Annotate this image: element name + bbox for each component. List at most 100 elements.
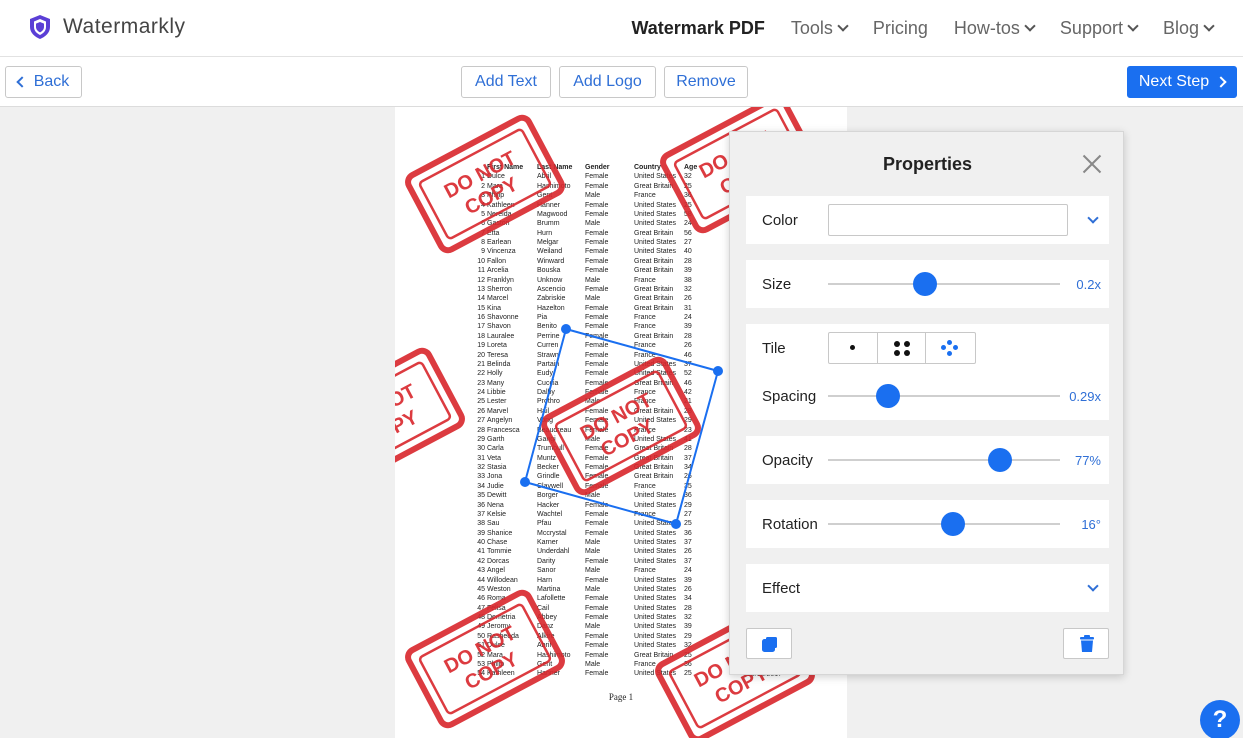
- table-cell: Female: [585, 314, 609, 321]
- size-slider-thumb[interactable]: [913, 272, 938, 296]
- table-cell: Female: [585, 604, 609, 612]
- table-header-last-name: Last Name: [537, 164, 573, 171]
- table-cell: United States: [634, 576, 677, 584]
- table-cell: Weiland: [537, 248, 563, 256]
- nav-blog[interactable]: Blog: [1163, 18, 1215, 39]
- table-cell: 45: [477, 585, 485, 593]
- tile-grid-option[interactable]: [878, 333, 927, 363]
- table-row: 33 Jona Grindle Female Great Britain 26: [475, 472, 704, 481]
- table-cell: Female: [585, 464, 609, 471]
- nav-watermark-pdf[interactable]: Watermark PDF: [631, 18, 764, 39]
- next-step-button[interactable]: Next Step: [1127, 66, 1237, 98]
- table-cell: United States: [634, 585, 677, 593]
- table-cell: 54: [477, 670, 485, 678]
- close-icon[interactable]: [1082, 154, 1102, 174]
- table-cell: Female: [585, 445, 609, 453]
- table-cell: Weston: [487, 585, 511, 593]
- table-cell: 39: [684, 623, 692, 631]
- table-cell: United States: [634, 614, 677, 621]
- table-cell: Mccrystal: [537, 529, 567, 537]
- table-cell: France: [634, 323, 656, 331]
- opacity-label: Opacity: [762, 452, 813, 469]
- table-cell: 16: [477, 314, 485, 321]
- duplicate-button[interactable]: [746, 628, 792, 659]
- table-cell: 26: [684, 295, 692, 303]
- table-cell: Female: [585, 239, 609, 246]
- remove-button[interactable]: Remove: [664, 66, 748, 98]
- table-cell: 38: [477, 520, 485, 528]
- table-cell: Perrine: [537, 332, 560, 340]
- chevron-down-icon: [1203, 20, 1215, 32]
- table-cell: 36: [684, 529, 692, 537]
- size-slider-track[interactable]: [828, 283, 1060, 285]
- table-cell: 7: [481, 229, 485, 237]
- spacing-slider-track[interactable]: [828, 395, 1060, 397]
- help-button[interactable]: ?: [1200, 700, 1240, 738]
- table-cell: 40: [477, 539, 485, 546]
- table-row: 48 Demetria Abbey Female United States 32: [475, 613, 704, 622]
- table-cell: 28: [684, 407, 692, 415]
- size-row: Size 0.2x: [746, 260, 1109, 308]
- brand[interactable]: Watermarkly: [29, 14, 186, 40]
- table-cell: Lafollette: [537, 595, 566, 603]
- table-cell: Prothro: [537, 398, 560, 406]
- table-cell: Bouska: [537, 267, 561, 275]
- color-field[interactable]: [828, 204, 1068, 236]
- table-row: 18 Lauralee Perrine Female Great Britain 28: [475, 332, 704, 341]
- delete-button[interactable]: [1063, 628, 1109, 659]
- table-cell: 32: [684, 614, 692, 621]
- add-text-button[interactable]: Add Text: [461, 66, 551, 98]
- opacity-slider-track[interactable]: [828, 459, 1060, 461]
- nav-support[interactable]: Support: [1060, 18, 1139, 39]
- add-logo-button[interactable]: Add Logo: [559, 66, 656, 98]
- table-cell: Male: [585, 623, 601, 631]
- table-cell: 33: [477, 473, 485, 481]
- table-cell: United States: [634, 248, 677, 256]
- table-cell: 26: [684, 548, 692, 556]
- opacity-row: Opacity 77%: [746, 436, 1109, 484]
- table-cell: Vong: [537, 417, 553, 425]
- table-cell: Female: [585, 379, 609, 387]
- table-row: 47 Felisa Cail Female United States 28: [475, 604, 704, 613]
- table-cell: 35: [477, 492, 485, 500]
- table-cell: France: [634, 351, 656, 359]
- table-cell: Lauralee: [487, 332, 515, 340]
- table-cell: United States: [634, 220, 677, 228]
- table-row: 52 Mara Hashimoto Female Great Britain 25: [475, 651, 704, 660]
- table-row: 21 Belinda Partain Female United States 37: [475, 360, 704, 369]
- table-cell: Great Britain: [634, 445, 674, 453]
- table-cell: 23: [477, 379, 485, 387]
- tile-diamond-option[interactable]: [926, 333, 975, 363]
- table-cell: Franklyn: [487, 276, 514, 284]
- table-cell: Rasheeda: [487, 632, 519, 640]
- resize-handle[interactable]: [713, 366, 723, 376]
- nav-pricing[interactable]: Pricing: [873, 18, 928, 39]
- table-cell: Nena: [487, 501, 504, 509]
- back-button-label: Back: [33, 73, 70, 90]
- rotation-value: 16°: [1081, 517, 1101, 532]
- rotation-slider-thumb[interactable]: [941, 512, 966, 536]
- nav-tools[interactable]: Tools: [791, 18, 849, 39]
- tile-single-option[interactable]: [829, 333, 878, 363]
- table-cell: 49: [477, 623, 485, 631]
- table-cell: 25: [684, 182, 692, 190]
- table-cell: Belinda: [487, 360, 511, 368]
- table-cell: Female: [585, 173, 609, 181]
- table-cell: 36: [477, 501, 485, 509]
- table-cell: 25: [684, 651, 692, 659]
- nav-how-tos[interactable]: How-tos: [954, 18, 1036, 39]
- table-cell: Female: [585, 267, 609, 275]
- table-cell: Male: [585, 660, 601, 668]
- opacity-slider-thumb[interactable]: [987, 448, 1012, 472]
- effect-row[interactable]: Effect: [746, 564, 1109, 612]
- table-row: 41 Tommie Underdahl Male United States 26: [475, 547, 704, 556]
- table-cell: Sherron: [487, 285, 512, 293]
- table-cell: Trumbull: [537, 445, 564, 453]
- chevron-down-icon[interactable]: [1087, 212, 1099, 224]
- main-nav: Watermark PDF Tools Pricing How-tos Supp…: [631, 0, 1215, 57]
- spacing-slider-thumb[interactable]: [876, 384, 901, 408]
- table-cell: 39: [684, 323, 692, 331]
- back-button[interactable]: Back: [5, 66, 82, 98]
- table-cell: 51: [477, 642, 485, 650]
- table-cell: United States: [634, 210, 677, 218]
